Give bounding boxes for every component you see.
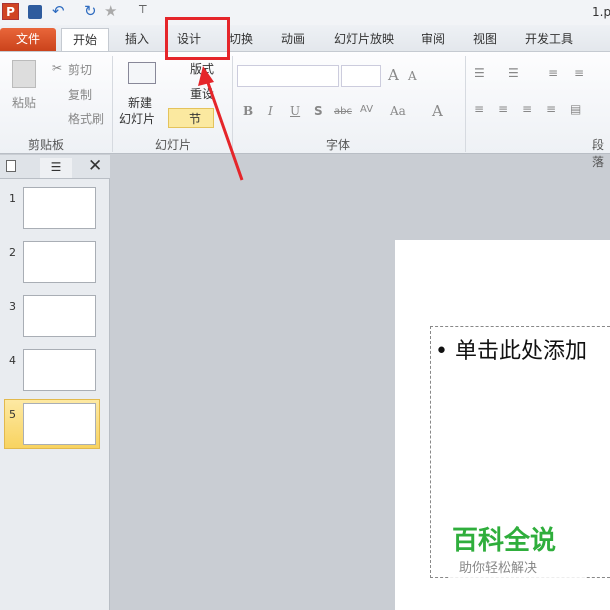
red-arrow — [198, 66, 244, 181]
